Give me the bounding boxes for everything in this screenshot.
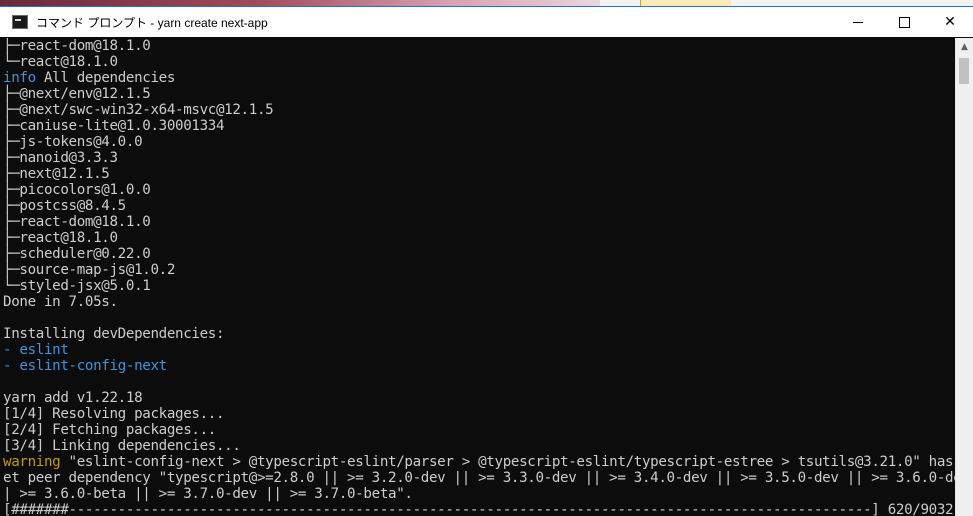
console-line-prefix: info xyxy=(3,70,36,86)
console-line-text: All dependencies xyxy=(35,70,176,86)
console-line: ├─@next/env@12.1.5 xyxy=(0,86,956,102)
console-line-text: | >= 3.6.0-beta || >= 3.7.0-dev || >= 3.… xyxy=(3,486,413,502)
minimize-icon xyxy=(853,21,863,23)
console-line-text: ├─scheduler@0.22.0 xyxy=(3,246,151,262)
console-line-text: ├─react-dom@18.1.0 xyxy=(3,38,151,54)
console-line: [2/4] Fetching packages... xyxy=(0,422,956,438)
console-line: ├─next@12.1.5 xyxy=(0,166,956,182)
console-line-text: [#######--------------------------------… xyxy=(3,502,954,516)
console-line-prefix: warning xyxy=(3,454,61,470)
console-line-text: ├─nanoid@3.3.3 xyxy=(3,150,118,166)
console-line: et peer dependency "typescript@>=2.8.0 |… xyxy=(0,470,956,486)
minimize-button[interactable] xyxy=(835,7,881,37)
console-line-text: ├─react-dom@18.1.0 xyxy=(3,214,151,230)
console-line-text: └─styled-jsx@5.0.1 xyxy=(3,278,151,294)
scrollbar-thumb[interactable] xyxy=(959,58,969,84)
console-line-text: ├─react@18.1.0 xyxy=(3,230,118,246)
console-line: - eslint xyxy=(0,342,956,358)
console-line-text: ├─postcss@8.4.5 xyxy=(3,198,126,214)
console-line-text: yarn add v1.22.18 xyxy=(3,390,143,406)
console-line: info All dependencies xyxy=(0,70,956,86)
vertical-scrollbar[interactable]: ▲ xyxy=(955,38,973,516)
console-line: ├─source-map-js@1.0.2 xyxy=(0,262,956,278)
console-line-text: ├─next@12.1.5 xyxy=(3,166,110,182)
console-line-text: ├─picocolors@1.0.0 xyxy=(3,182,151,198)
console-line-text: [2/4] Fetching packages... xyxy=(3,422,216,438)
console-line-text: ├─@next/env@12.1.5 xyxy=(3,86,151,102)
console-line-text: ├─js-tokens@4.0.0 xyxy=(3,134,143,150)
console-line-text: "eslint-config-next > @typescript-eslint… xyxy=(60,454,956,470)
console-line-text: ├─caniuse-lite@1.0.30001334 xyxy=(3,118,225,134)
console-line: Done in 7.05s. xyxy=(0,294,956,310)
close-icon: ✕ xyxy=(944,14,956,30)
console-app-icon[interactable] xyxy=(12,15,28,29)
console-line: └─react@18.1.0 xyxy=(0,54,956,70)
console-line-prefix: - xyxy=(3,342,12,358)
console-line: yarn add v1.22.18 xyxy=(0,390,956,406)
console-line: ├─react@18.1.0 xyxy=(0,230,956,246)
console-line-text: ├─source-map-js@1.0.2 xyxy=(3,262,176,278)
console-line: ├─react-dom@18.1.0 xyxy=(0,38,956,54)
console-line-text: ├─@next/swc-win32-x64-msvc@12.1.5 xyxy=(3,102,274,118)
console-line: [3/4] Linking dependencies... xyxy=(0,438,956,454)
console-line: ├─react-dom@18.1.0 xyxy=(0,214,956,230)
console-line-prefix: - xyxy=(3,358,12,374)
console-line: ├─picocolors@1.0.0 xyxy=(0,182,956,198)
console-line: | >= 3.6.0-beta || >= 3.7.0-dev || >= 3.… xyxy=(0,486,956,502)
console-output[interactable]: ├─react-dom@18.1.0 └─react@18.1.0 info All… xyxy=(0,38,956,516)
maximize-icon xyxy=(898,16,910,28)
console-line-text: eslint-config-next xyxy=(11,358,167,374)
console-line-text: [3/4] Linking dependencies... xyxy=(3,438,241,454)
console-line: └─styled-jsx@5.0.1 xyxy=(0,278,956,294)
console-line: ├─nanoid@3.3.3 xyxy=(0,150,956,166)
console-line-text: eslint xyxy=(11,342,69,358)
console-line: - eslint-config-next xyxy=(0,358,956,374)
command-prompt-window: コマンド プロンプト - yarn create next-app ✕ ├─re… xyxy=(0,6,973,516)
console-line: ├─postcss@8.4.5 xyxy=(0,198,956,214)
maximize-button[interactable] xyxy=(881,7,927,37)
window-title: コマンド プロンプト - yarn create next-app xyxy=(36,15,268,30)
console-line: ├─caniuse-lite@1.0.30001334 xyxy=(0,118,956,134)
close-button[interactable]: ✕ xyxy=(927,7,973,37)
console-line: ├─js-tokens@4.0.0 xyxy=(0,134,956,150)
console-line-text: [1/4] Resolving packages... xyxy=(3,406,225,422)
console-line-text: └─react@18.1.0 xyxy=(3,54,118,70)
console-line-text: et peer dependency "typescript@>=2.8.0 |… xyxy=(3,470,956,486)
scroll-up-arrow-icon[interactable]: ▲ xyxy=(956,38,973,55)
console-line: [1/4] Resolving packages... xyxy=(0,406,956,422)
title-bar[interactable]: コマンド プロンプト - yarn create next-app ✕ xyxy=(0,7,973,37)
console-line: ├─@next/swc-win32-x64-msvc@12.1.5 xyxy=(0,102,956,118)
console-line: warning "eslint-config-next > @typescrip… xyxy=(0,454,956,470)
console-line-text: Done in 7.05s. xyxy=(3,294,118,310)
console-line: Installing devDependencies: xyxy=(0,326,956,342)
console-line-text: Installing devDependencies: xyxy=(3,326,225,342)
console-line: [#######--------------------------------… xyxy=(0,502,956,516)
console-line: ├─scheduler@0.22.0 xyxy=(0,246,956,262)
